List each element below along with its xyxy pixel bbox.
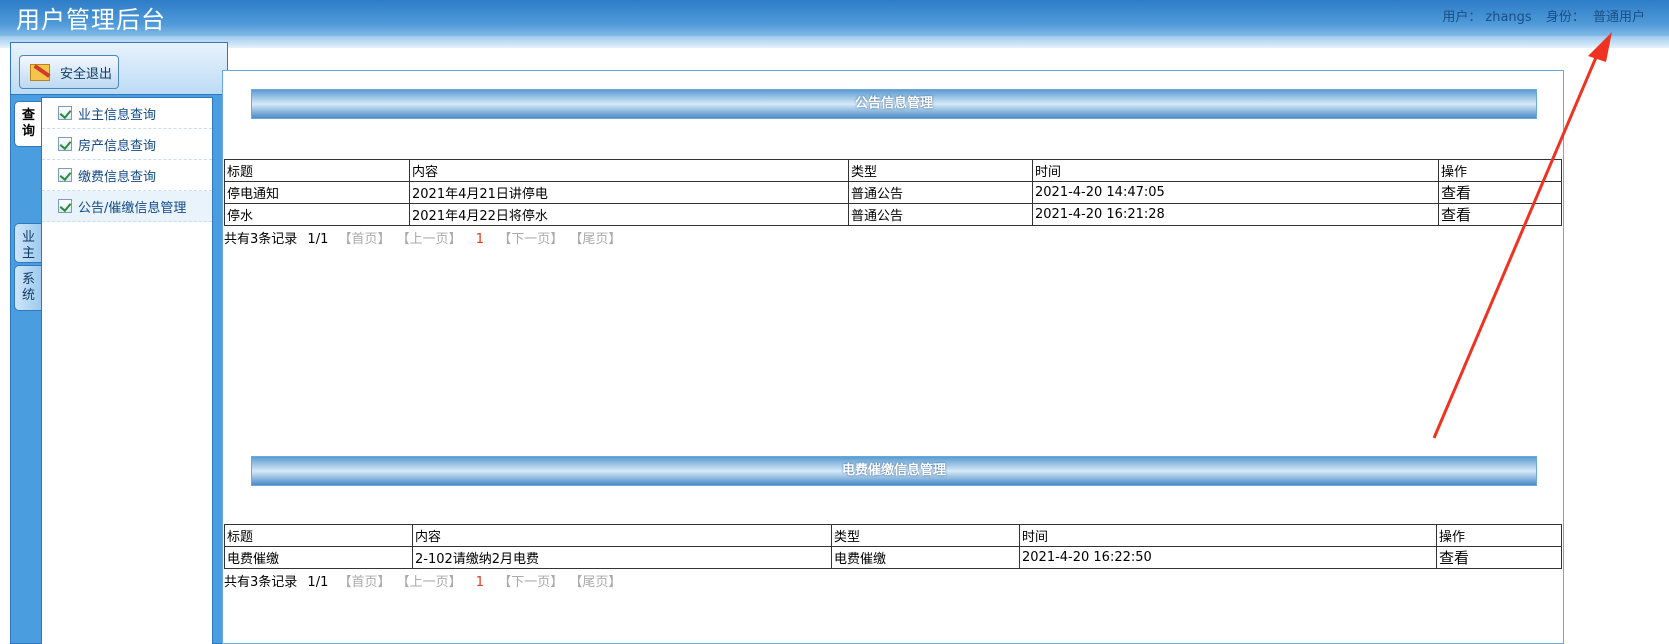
- announcements-table: 标题 内容 类型 时间 操作 停电通知 2021年4月21日讲停电 普通公告 2…: [224, 159, 1562, 226]
- tab-query[interactable]: 查 询: [14, 101, 42, 147]
- cell-title: 停电通知: [224, 181, 410, 204]
- pager-last-link[interactable]: 【尾页】: [569, 232, 621, 247]
- cell-content: 2-102请缴纳2月电费: [412, 546, 832, 569]
- app-title: 用户管理后台: [16, 6, 166, 34]
- fee-reminders-pager: 共有3条记录 1/1 【首页】 【上一页】 1 【下一页】 【尾页】: [224, 571, 621, 590]
- pager-current: 1: [475, 575, 485, 590]
- column-header: 操作: [1438, 159, 1562, 182]
- checkbox-icon: [58, 137, 72, 151]
- user-info: 用户： zhangs 身份： 普通用户: [1438, 6, 1645, 25]
- pager-pages: 1/1: [307, 575, 329, 590]
- sidebar-item-payment-query[interactable]: 缴费信息查询: [42, 160, 212, 191]
- sidebar-item-owner-query[interactable]: 业主信息查询: [42, 98, 212, 129]
- sidebar-menu-list: 业主信息查询 房产信息查询 缴费信息查询 公告/催缴信息管理: [41, 97, 213, 644]
- cell-time: 2021-4-20 16:21:28: [1032, 203, 1439, 226]
- pager-total: 共有3条记录: [224, 232, 298, 247]
- notepad-pencil-icon: [28, 61, 52, 83]
- header-stripe: [0, 36, 1669, 48]
- tab-system-label: 系 统: [21, 272, 35, 303]
- role-value: 普通用户: [1592, 10, 1645, 25]
- table-row: 停电通知 2021年4月21日讲停电 普通公告 2021-4-20 14:47:…: [224, 181, 1562, 204]
- column-header: 操作: [1436, 524, 1562, 547]
- logout-area: 安全退出: [11, 43, 227, 95]
- tab-query-label: 查 询: [21, 108, 35, 139]
- column-header: 时间: [1019, 524, 1437, 547]
- announcements-heading: 公告信息管理: [251, 89, 1537, 119]
- cell-type: 电费催缴: [831, 546, 1020, 569]
- column-header: 内容: [409, 159, 849, 182]
- sidebar-menu-area: 查 询 业 主 系 统 业主信息查询 房产信息查询 缴费信息查询 公告/催缴信息…: [11, 97, 227, 644]
- pager-prev-link[interactable]: 【上一页】: [397, 575, 462, 590]
- logout-button[interactable]: 安全退出: [19, 55, 119, 89]
- tab-owner[interactable]: 业 主: [14, 223, 42, 263]
- table-row: 停水 2021年4月22日将停水 普通公告 2021-4-20 16:21:28…: [224, 203, 1562, 226]
- sidebar-item-label: 业主信息查询: [78, 107, 157, 123]
- pager-current: 1: [475, 232, 485, 247]
- view-link[interactable]: 查看: [1438, 203, 1562, 226]
- table-header-row: 标题 内容 类型 时间 操作: [224, 159, 1562, 182]
- announcements-pager: 共有3条记录 1/1 【首页】 【上一页】 1 【下一页】 【尾页】: [224, 228, 621, 247]
- table-header-row: 标题 内容 类型 时间 操作: [224, 524, 1562, 547]
- view-link[interactable]: 查看: [1438, 181, 1562, 204]
- pager-first-link[interactable]: 【首页】: [338, 232, 390, 247]
- column-header: 类型: [848, 159, 1033, 182]
- user-label: 用户：: [1442, 10, 1482, 25]
- user-name: zhangs: [1485, 10, 1532, 25]
- pager-last-link[interactable]: 【尾页】: [569, 575, 621, 590]
- view-link[interactable]: 查看: [1436, 546, 1562, 569]
- cell-title: 停水: [224, 203, 410, 226]
- cell-content: 2021年4月21日讲停电: [409, 181, 849, 204]
- pager-prev-link[interactable]: 【上一页】: [397, 232, 462, 247]
- cell-type: 普通公告: [848, 203, 1033, 226]
- tab-system[interactable]: 系 统: [14, 265, 42, 311]
- cell-time: 2021-4-20 14:47:05: [1032, 181, 1439, 204]
- sidebar-item-notice-management[interactable]: 公告/催缴信息管理: [42, 191, 212, 222]
- table-row: 电费催缴 2-102请缴纳2月电费 电费催缴 2021-4-20 16:22:5…: [224, 546, 1562, 569]
- pager-next-link[interactable]: 【下一页】: [498, 232, 563, 247]
- sidebar-item-label: 缴费信息查询: [78, 169, 157, 185]
- role-label: 身份：: [1545, 10, 1585, 25]
- column-header: 时间: [1032, 159, 1439, 182]
- pager-first-link[interactable]: 【首页】: [338, 575, 390, 590]
- pager-total: 共有3条记录: [224, 575, 298, 590]
- pager-next-link[interactable]: 【下一页】: [498, 575, 563, 590]
- pager-pages: 1/1: [307, 232, 329, 247]
- sidebar: 安全退出 查 询 业 主 系 统 业主信息查询 房产信息查询 缴费信息查询 公告…: [10, 42, 228, 644]
- sidebar-item-label: 房产信息查询: [78, 138, 157, 154]
- sidebar-item-label: 公告/催缴信息管理: [78, 200, 187, 216]
- main-content: 公告信息管理 标题 内容 类型 时间 操作 停电通知 2021年4月21日讲停电…: [222, 70, 1564, 644]
- cell-content: 2021年4月22日将停水: [409, 203, 849, 226]
- checkbox-icon: [58, 199, 72, 213]
- tab-owner-label: 业 主: [21, 230, 35, 261]
- cell-title: 电费催缴: [224, 546, 413, 569]
- fee-reminders-table: 标题 内容 类型 时间 操作 电费催缴 2-102请缴纳2月电费 电费催缴 20…: [224, 524, 1562, 569]
- logout-label: 安全退出: [60, 66, 113, 82]
- column-header: 标题: [224, 524, 413, 547]
- cell-type: 普通公告: [848, 181, 1033, 204]
- checkbox-icon: [58, 168, 72, 182]
- sidebar-item-property-query[interactable]: 房产信息查询: [42, 129, 212, 160]
- column-header: 类型: [831, 524, 1020, 547]
- cell-time: 2021-4-20 16:22:50: [1019, 546, 1437, 569]
- fee-reminders-heading: 电费催缴信息管理: [251, 456, 1537, 486]
- checkbox-icon: [58, 106, 72, 120]
- column-header: 内容: [412, 524, 832, 547]
- column-header: 标题: [224, 159, 410, 182]
